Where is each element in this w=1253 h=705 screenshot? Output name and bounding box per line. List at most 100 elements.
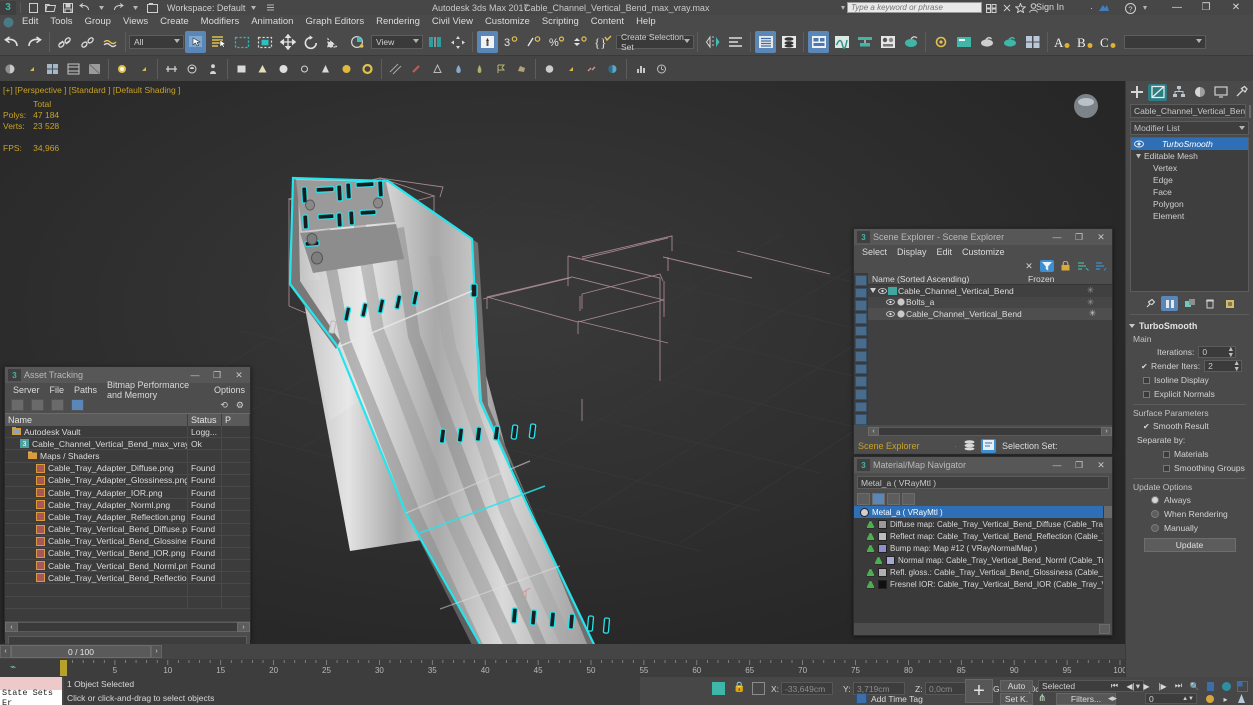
filter-icon[interactable] bbox=[1040, 260, 1054, 272]
undo-icon[interactable] bbox=[77, 1, 92, 14]
filter-cameras-icon[interactable] bbox=[855, 325, 867, 337]
filter-shapes-icon[interactable] bbox=[855, 300, 867, 312]
list-item[interactable]: Fresnel IOR: Cable_Tray_Vertical_Bend_IO… bbox=[854, 578, 1112, 590]
show-end-result-icon[interactable] bbox=[1161, 296, 1178, 311]
tube-icon[interactable] bbox=[337, 59, 356, 79]
named-selection-sets-combo[interactable]: Create Selection Set bbox=[616, 32, 694, 52]
scene-explorer-hscrollbar[interactable]: ‹ › bbox=[854, 425, 1112, 438]
render-production-icon[interactable] bbox=[976, 31, 997, 53]
view-shaded-icon[interactable] bbox=[1, 59, 20, 79]
update-mode-when-rendering-row[interactable]: When Rendering bbox=[1129, 507, 1250, 521]
redo-icon[interactable] bbox=[111, 1, 126, 14]
list-item[interactable]: Cable_Channel_Vertical_Bend ✳ bbox=[868, 308, 1112, 320]
make-unique-icon[interactable] bbox=[1181, 296, 1198, 311]
workspace-selector[interactable]: Workspace: Default bbox=[167, 3, 245, 13]
filter-geometry-icon[interactable] bbox=[855, 287, 867, 299]
render-settings-icon[interactable] bbox=[930, 31, 951, 53]
align-icon[interactable] bbox=[725, 31, 746, 53]
text-tool-c-icon[interactable]: C bbox=[1098, 31, 1119, 53]
modifier-list-dropdown[interactable]: Modifier List bbox=[1130, 121, 1249, 135]
view-tree-icon[interactable] bbox=[71, 399, 84, 411]
next-frame-icon[interactable]: |▶ bbox=[1156, 680, 1169, 692]
menu-item-animation[interactable]: Animation bbox=[245, 15, 299, 29]
display-tab-icon[interactable] bbox=[1212, 84, 1231, 101]
list-item[interactable]: Diffuse map: Cable_Tray_Vertical_Bend_Di… bbox=[854, 518, 1112, 530]
explicit-normals-checkbox[interactable] bbox=[1143, 390, 1150, 398]
select-and-link-icon[interactable] bbox=[54, 31, 75, 53]
spinner-snap-toggle-icon[interactable] bbox=[569, 31, 590, 53]
scroll-track[interactable] bbox=[879, 427, 1101, 436]
menu-item-views[interactable]: Views bbox=[117, 15, 154, 29]
column-header-name[interactable]: Name bbox=[5, 414, 188, 426]
matnav-title-bar[interactable]: 3 Material/Map Navigator — ❐ ✕ bbox=[854, 457, 1112, 473]
asset-menu-file[interactable]: File bbox=[45, 385, 70, 395]
go-to-start-icon[interactable]: ⏮ bbox=[1108, 680, 1121, 692]
asset-menu-paths[interactable]: Paths bbox=[69, 385, 102, 395]
selection-lock-toggle-icon[interactable] bbox=[712, 682, 725, 695]
asset-close-button[interactable]: ✕ bbox=[228, 367, 250, 383]
scene-menu-select[interactable]: Select bbox=[857, 247, 892, 257]
menu-item-graph-editors[interactable]: Graph Editors bbox=[299, 15, 370, 29]
scene-explorer-window[interactable]: 3 Scene Explorer - Scene Explorer — ❐ ✕ … bbox=[853, 228, 1113, 454]
select-and-rotate-icon[interactable] bbox=[300, 31, 321, 53]
track-bar[interactable]: 5 10 15 20 25 30 35 40 45 50 55 60 65 70 75 80 85 90 95 100… bbox=[0, 659, 1125, 677]
menu-item-create[interactable]: Create bbox=[154, 15, 195, 29]
view-thumbnail-icon[interactable] bbox=[51, 399, 64, 411]
view-list-icon[interactable] bbox=[11, 399, 24, 411]
menu-item-tools[interactable]: Tools bbox=[44, 15, 78, 29]
box-icon[interactable] bbox=[232, 59, 251, 79]
current-frame-field[interactable]: 0 ▲▼ bbox=[1145, 693, 1197, 704]
menu-item-modifiers[interactable]: Modifiers bbox=[195, 15, 246, 29]
use-pivot-point-center-icon[interactable] bbox=[424, 31, 445, 53]
isoline-display-checkbox[interactable] bbox=[1143, 376, 1150, 384]
go-to-end-icon[interactable]: ⏭ bbox=[1172, 680, 1185, 692]
auto-key-button[interactable]: Auto bbox=[1000, 680, 1033, 692]
configure-modifier-sets-icon[interactable] bbox=[1221, 296, 1238, 311]
chevron-down-icon-2[interactable] bbox=[128, 1, 143, 14]
refresh-icon[interactable]: ⟲ bbox=[220, 400, 228, 411]
filter-space-warps-icon[interactable] bbox=[855, 351, 867, 362]
app-logo-icon[interactable]: 3 bbox=[0, 0, 16, 15]
scroll-down-arrow[interactable] bbox=[1099, 624, 1110, 634]
pan-icon[interactable] bbox=[1204, 680, 1217, 692]
isoline-display-row[interactable]: Isoline Display bbox=[1129, 373, 1250, 387]
sphere-flyout-icon[interactable] bbox=[561, 59, 580, 79]
expand-triangle-icon[interactable] bbox=[1133, 153, 1144, 159]
menu-item-scripting[interactable]: Scripting bbox=[536, 15, 585, 29]
play-icon[interactable]: ▶ bbox=[1140, 680, 1153, 692]
snaps-toggle-icon[interactable] bbox=[477, 31, 498, 53]
material-editor-icon[interactable] bbox=[877, 31, 898, 53]
curve-editor-icon[interactable] bbox=[831, 31, 852, 53]
text-tool-a-icon[interactable]: A bbox=[1052, 31, 1073, 53]
hierarchy-tab-icon[interactable] bbox=[1169, 84, 1188, 101]
tree-view-icon[interactable] bbox=[872, 493, 885, 505]
scene-explorer-tab-label[interactable]: Scene Explorer bbox=[854, 441, 954, 451]
set-key-mode-button[interactable]: Set K. bbox=[1000, 693, 1033, 705]
render-in-cloud-icon[interactable] bbox=[1022, 31, 1043, 53]
scene-column-frozen[interactable]: Frozen bbox=[1028, 274, 1054, 284]
menu-item-edit[interactable]: Edit bbox=[16, 15, 44, 29]
scale-unit-icon[interactable] bbox=[162, 59, 181, 79]
help-icon[interactable]: ? bbox=[1124, 2, 1137, 14]
facets-icon[interactable] bbox=[85, 59, 104, 79]
materials-checkbox[interactable] bbox=[1163, 450, 1170, 458]
list-item[interactable]: Reflect map: Cable_Tray_Vertical_Bend_Re… bbox=[854, 530, 1112, 542]
material-map-navigator-window[interactable]: 3 Material/Map Navigator — ❐ ✕ Metal_a (… bbox=[853, 456, 1113, 636]
reference-coordinate-combo[interactable]: View bbox=[371, 35, 423, 49]
materials-row[interactable]: Materials bbox=[1129, 447, 1250, 461]
smooth-result-checkbox[interactable]: ✔ bbox=[1143, 422, 1150, 431]
create-tab-icon[interactable] bbox=[1127, 84, 1146, 101]
object-name-input[interactable] bbox=[1130, 104, 1246, 118]
stack-subobject-edge[interactable]: Edge bbox=[1131, 174, 1248, 186]
list-item[interactable]: Metal_a ( VRayMtl ) bbox=[854, 506, 1112, 518]
autodesk-360-icon[interactable] bbox=[1097, 2, 1110, 14]
menu-item-content[interactable]: Content bbox=[585, 15, 630, 29]
render-iters-checkbox[interactable]: ✔ bbox=[1141, 362, 1148, 371]
menu-item-group[interactable]: Group bbox=[79, 15, 117, 29]
modify-tab-icon[interactable] bbox=[1148, 83, 1168, 101]
scene-explorer-icon[interactable] bbox=[778, 31, 799, 53]
cone-icon[interactable] bbox=[253, 59, 272, 79]
key-filter-curve-icon[interactable]: ⋔ bbox=[1038, 693, 1052, 705]
motion-tab-icon[interactable] bbox=[1191, 84, 1210, 101]
select-and-move-icon[interactable] bbox=[277, 31, 298, 53]
